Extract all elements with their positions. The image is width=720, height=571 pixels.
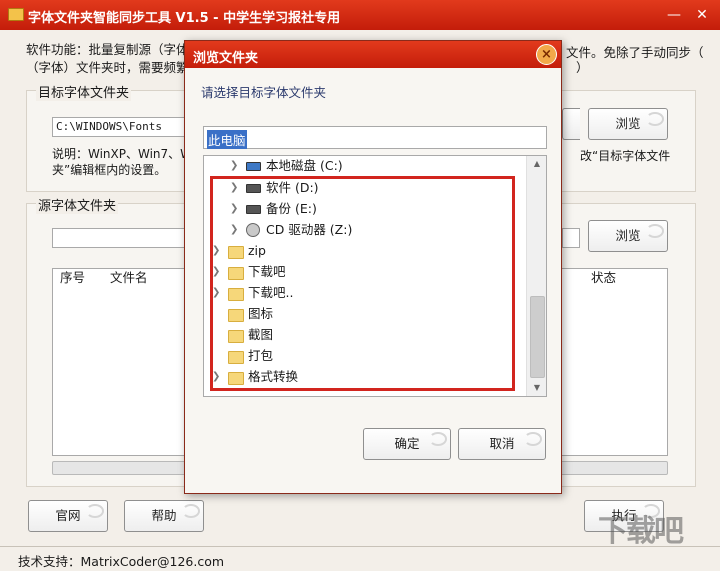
swirl-ornament-icon [646,224,664,238]
dialog-cancel-label: 取消 [489,436,515,451]
tree-item-drive-c[interactable]: ❯ 本地磁盘 (C:) [204,156,524,176]
watermark-logo: 下载吧 [598,514,684,549]
browse-folder-dialog: 浏览文件夹 × 请选择目标字体文件夹 此电脑 ❯ 本地磁盘 (C:) ❯ 软件 … [184,40,562,494]
website-button[interactable]: 官网 [28,500,108,532]
tree-item-label: zip [248,243,266,258]
target-hidden-button[interactable] [562,108,580,140]
target-browse-button[interactable]: 浏览 [588,108,668,140]
folder-icon [228,288,244,301]
tree-item-drive-d[interactable]: ❯ 软件 (D:) [204,178,524,198]
dialog-title: 浏览文件夹 [193,51,259,66]
minimize-button[interactable]: — [662,5,686,25]
scroll-thumb[interactable] [530,296,545,378]
chevron-right-icon[interactable]: ❯ [230,220,240,240]
dialog-path-selected-text: 此电脑 [207,130,247,149]
folder-icon [228,372,244,385]
column-header-filename[interactable]: 文件名 [110,269,148,287]
tree-item-folder[interactable]: 图标 [204,304,524,324]
cd-drive-icon [246,223,260,237]
folder-tree[interactable]: ❯ 本地磁盘 (C:) ❯ 软件 (D:) ❯ 备份 (E:) ❯ CD 驱动器… [203,155,547,397]
drive-icon [246,184,261,193]
chevron-right-icon[interactable]: ❯ [212,262,222,282]
folder-icon [228,246,244,259]
note-line-2: 夹”编辑框内的设置。 [52,163,167,177]
folder-icon [228,351,244,364]
source-path-input[interactable] [52,228,192,248]
dialog-title-bar[interactable]: 浏览文件夹 × [185,41,561,68]
description-line-2: （字体）文件夹时，需要频繁确 [26,60,202,75]
chevron-right-icon[interactable]: ❯ [230,156,240,176]
chevron-right-icon[interactable]: ❯ [212,241,222,261]
tree-item-label: 截图 [248,327,274,342]
help-button[interactable]: 帮助 [124,500,204,532]
dialog-close-icon[interactable]: × [536,44,557,65]
swirl-ornament-icon [646,112,664,126]
folder-app-icon [8,8,24,21]
tree-item-label: 图标 [248,306,274,321]
dialog-prompt: 请选择目标字体文件夹 [201,85,327,100]
tree-item-folder[interactable]: ❯ zip [204,241,524,261]
tree-item-folder[interactable]: 截图 [204,325,524,345]
status-text: 技术支持：MatrixCoder@126.com [18,554,225,569]
target-folder-group-label: 目标字体文件夹 [36,82,132,101]
tree-item-label: 下载吧.. [248,285,294,300]
swirl-ornament-icon [524,432,542,446]
chevron-right-icon[interactable]: ❯ [212,367,222,387]
dialog-ok-button[interactable]: 确定 [363,428,451,460]
swirl-ornament-icon [182,504,200,518]
dialog-path-field[interactable]: 此电脑 [203,126,547,149]
help-button-label: 帮助 [151,508,177,523]
column-header-status[interactable]: 状态 [591,269,616,287]
tree-item-folder[interactable]: 打包 [204,346,524,366]
tree-item-label: 打包 [248,348,274,363]
folder-icon [228,267,244,280]
column-header-index[interactable]: 序号 [60,269,85,287]
folder-icon [228,330,244,343]
target-browse-label: 浏览 [615,116,641,131]
scroll-down-icon[interactable]: ▼ [527,380,546,396]
tree-item-drive-z[interactable]: ❯ CD 驱动器 (Z:) [204,220,524,240]
description-line-2-right: ） [576,60,589,75]
chevron-right-icon[interactable]: ❯ [212,283,222,303]
target-path-input[interactable]: C:\WINDOWS\Fonts [52,117,192,137]
tree-item-folder[interactable]: ❯ 下载吧.. [204,283,524,303]
tree-vertical-scrollbar[interactable]: ▲ ▼ [526,156,546,396]
swirl-ornament-icon [429,432,447,446]
tree-item-label: 备份 (E:) [266,201,317,216]
folder-icon [228,309,244,322]
tree-item-drive-e[interactable]: ❯ 备份 (E:) [204,199,524,219]
description-line-1: 软件功能：批量复制源（字体 [26,42,189,57]
source-folder-group-label: 源字体文件夹 [36,195,119,214]
tree-item-label: CD 驱动器 (Z:) [266,222,353,237]
source-browse-label: 浏览 [615,228,641,243]
tree-item-folder[interactable]: ❯ 格式转换 [204,367,524,387]
tree-item-folder[interactable]: ❯ 下载吧 [204,262,524,282]
system-drive-icon [246,162,261,171]
source-path-input-end[interactable] [562,228,580,248]
close-button[interactable]: ✕ [690,5,714,25]
dialog-cancel-button[interactable]: 取消 [458,428,546,460]
swirl-ornament-icon [86,504,104,518]
scroll-up-icon[interactable]: ▲ [527,156,546,172]
note-line-1-right: 改“目标字体文件 [580,149,671,163]
chevron-right-icon[interactable]: ❯ [230,178,240,198]
tree-item-label: 格式转换 [248,369,299,384]
drive-icon [246,205,261,214]
website-button-label: 官网 [55,508,81,523]
note-line-1: 说明：WinXP、Win7、Win [52,147,203,161]
dialog-ok-label: 确定 [394,436,420,451]
tree-item-label: 下载吧 [248,264,286,279]
tree-item-label: 软件 (D:) [266,180,319,195]
main-title-bar[interactable]: 字体文件夹智能同步工具 V1.5 - 中学生学习报社专用 — ✕ [0,0,720,30]
chevron-right-icon[interactable]: ❯ [230,199,240,219]
source-browse-button[interactable]: 浏览 [588,220,668,252]
window-title: 字体文件夹智能同步工具 V1.5 - 中学生学习报社专用 [28,11,341,26]
tree-item-label: 本地磁盘 (C:) [266,158,343,173]
